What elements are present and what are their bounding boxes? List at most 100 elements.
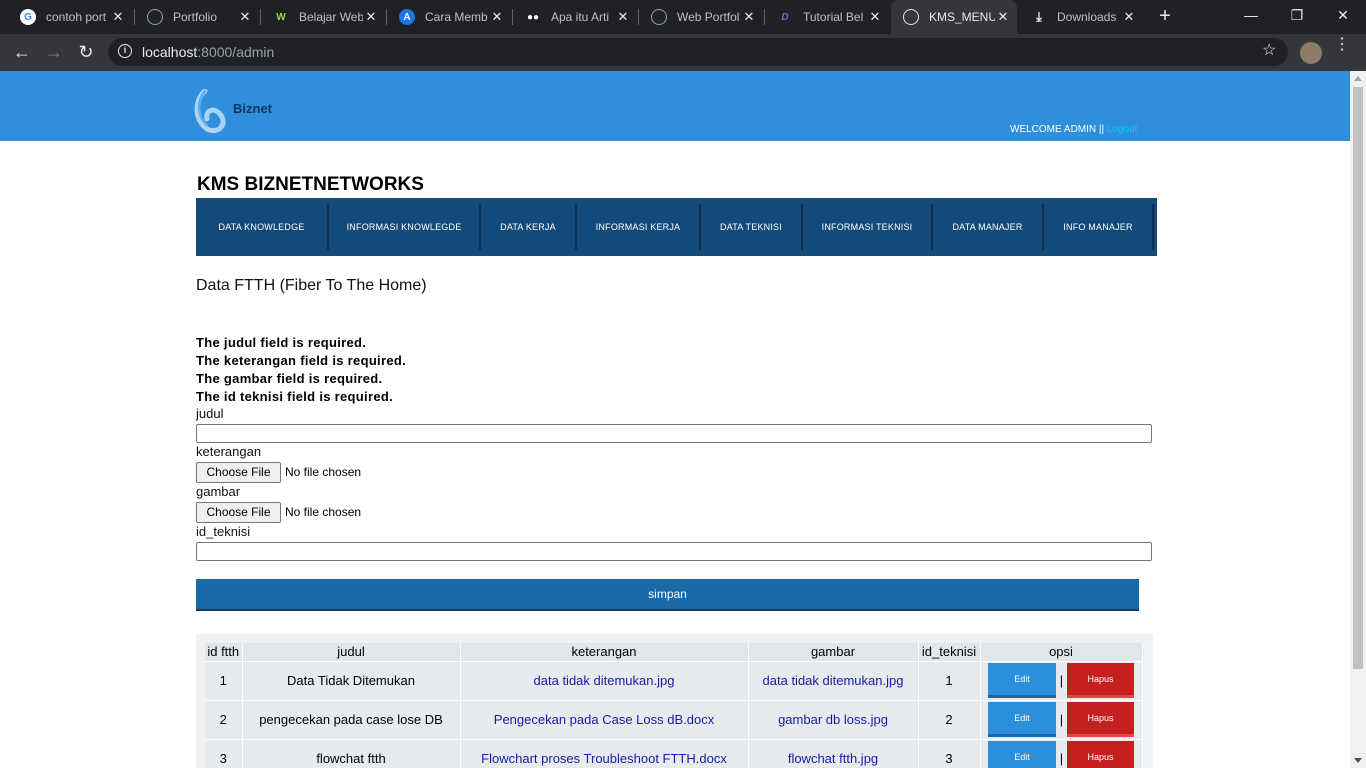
- cell-id: 3: [205, 738, 243, 768]
- cell-judul: pengecekan pada case lose DB: [242, 699, 461, 739]
- keterangan-link[interactable]: data tidak ditemukan.jpg: [534, 673, 675, 688]
- close-icon[interactable]: ✕: [237, 9, 253, 25]
- gambar-link[interactable]: flowchat ftth.jpg: [788, 751, 878, 766]
- keterangan-link[interactable]: Flowchart proses Troubleshoot FTTH.docx: [481, 751, 727, 766]
- edit-button[interactable]: Edit: [988, 741, 1056, 768]
- menu-item-data-knowledge[interactable]: DATA KNOWLEDGE: [196, 198, 327, 256]
- logout-link[interactable]: Logout: [1107, 124, 1138, 135]
- gambar-choose-file-button[interactable]: Choose File: [196, 502, 281, 523]
- page-scrollbar[interactable]: [1350, 71, 1366, 768]
- browser-tab[interactable]: Web Portfol ✕: [639, 0, 763, 34]
- reload-icon[interactable]: ↻: [74, 40, 98, 64]
- browser-tab[interactable]: G contoh port ✕: [8, 0, 132, 34]
- id-teknisi-input[interactable]: [196, 542, 1152, 561]
- hapus-button[interactable]: Hapus: [1067, 741, 1134, 768]
- column-header: id ftth: [205, 643, 243, 661]
- error-message: The judul field is required.: [196, 335, 367, 350]
- scroll-up-arrow-icon[interactable]: [1354, 76, 1362, 81]
- tab-title: contoh port: [46, 10, 107, 24]
- menu-item-data-teknisi[interactable]: DATA TEKNISI: [701, 198, 801, 256]
- simpan-button[interactable]: simpan: [196, 579, 1139, 611]
- restore-icon[interactable]: ❐: [1274, 0, 1320, 30]
- download-icon: ⤓: [1036, 9, 1042, 24]
- cell-id-teknisi: 2: [918, 699, 981, 739]
- menu-item-informasi-teknisi[interactable]: INFORMASI TEKNISI: [803, 198, 931, 256]
- browser-tab[interactable]: ●● Apa itu Arti ✕: [513, 0, 637, 34]
- welcome-text: WELCOME ADMIN || Logout: [1010, 124, 1137, 135]
- keterangan-choose-file-button[interactable]: Choose File: [196, 462, 281, 483]
- browser-tab[interactable]: A Cara Memb ✕: [387, 0, 511, 34]
- hapus-button[interactable]: Hapus: [1067, 663, 1134, 698]
- cell-gambar: data tidak ditemukan.jpg: [748, 660, 919, 700]
- edit-button[interactable]: Edit: [988, 702, 1056, 737]
- menu-item-info-manajer[interactable]: INFO MANAJER: [1044, 198, 1152, 256]
- main-menu: DATA KNOWLEDGE INFORMASI KNOWLEGDE DATA …: [196, 198, 1157, 256]
- close-icon[interactable]: ✕: [489, 9, 505, 25]
- minimize-icon[interactable]: —: [1228, 0, 1274, 30]
- gambar-link[interactable]: data tidak ditemukan.jpg: [763, 673, 904, 688]
- keterangan-file-status: No file chosen: [285, 465, 362, 479]
- tab-title: Apa itu Arti: [551, 10, 610, 24]
- gambar-link[interactable]: gambar db loss.jpg: [778, 712, 888, 727]
- cell-id: 1: [205, 660, 243, 700]
- close-icon[interactable]: ✕: [110, 9, 126, 25]
- menu-kebab-icon[interactable]: ⋮: [1334, 37, 1350, 53]
- judul-input[interactable]: [196, 424, 1152, 443]
- table-row: 1 Data Tidak Ditemukan data tidak ditemu…: [205, 660, 1143, 700]
- close-icon[interactable]: ✕: [741, 9, 757, 25]
- menu-item-data-manajer[interactable]: DATA MANAJER: [933, 198, 1042, 256]
- close-icon[interactable]: ✕: [363, 9, 379, 25]
- close-icon[interactable]: ✕: [867, 9, 883, 25]
- scroll-down-arrow-icon[interactable]: [1354, 758, 1362, 763]
- menu-item-informasi-knowlegde[interactable]: INFORMASI KNOWLEGDE: [329, 198, 479, 256]
- tab-title: KMS_MENU: [929, 10, 995, 24]
- tab-title: Web Portfol: [677, 10, 740, 24]
- biznet-logo-mark: [194, 89, 226, 133]
- error-message: The keterangan field is required.: [196, 353, 407, 368]
- separator: |: [1059, 673, 1064, 688]
- keterangan-link[interactable]: Pengecekan pada Case Loss dB.docx: [494, 712, 714, 727]
- a-icon: A: [399, 9, 415, 25]
- table-row: 3 flowchat ftth Flowchart proses Trouble…: [205, 738, 1143, 768]
- tab-title: Belajar Web: [299, 10, 363, 24]
- column-header: judul: [242, 643, 461, 661]
- browser-tab[interactable]: D Tutorial Bel ✕: [765, 0, 889, 34]
- close-icon[interactable]: ✕: [1121, 9, 1137, 25]
- browser-tab[interactable]: ⤓ Downloads ✕: [1019, 0, 1143, 34]
- cell-gambar: flowchat ftth.jpg: [748, 738, 919, 768]
- error-message: The gambar field is required.: [196, 371, 383, 386]
- cell-id: 2: [205, 699, 243, 739]
- back-icon[interactable]: ←: [10, 40, 34, 64]
- site-title: KMS BIZNETNETWORKS: [197, 174, 424, 195]
- menu-item-informasi-kerja[interactable]: INFORMASI KERJA: [577, 198, 699, 256]
- globe-icon: [903, 9, 919, 25]
- cell-opsi: Edit | Hapus: [980, 699, 1143, 739]
- bookmark-star-icon[interactable]: ☆: [1262, 40, 1276, 60]
- cell-id-teknisi: 1: [918, 660, 981, 700]
- profile-avatar[interactable]: [1300, 42, 1322, 64]
- forward-icon[interactable]: →: [42, 40, 66, 64]
- browser-tab[interactable]: W Belajar Web ✕: [261, 0, 385, 34]
- cell-id-teknisi: 3: [918, 738, 981, 768]
- browser-tab-active[interactable]: KMS_MENU ✕: [891, 0, 1017, 34]
- logo-text: Biznet: [233, 101, 272, 116]
- hapus-button[interactable]: Hapus: [1067, 702, 1134, 737]
- scrollbar-thumb[interactable]: [1353, 87, 1363, 669]
- tab-title: Cara Memb: [425, 10, 488, 24]
- address-bar[interactable]: i localhost:8000/admin: [108, 38, 1288, 66]
- table-header-row: id ftth judul keterangan gambar id_tekni…: [205, 643, 1143, 661]
- d-icon: D: [781, 11, 789, 23]
- close-icon[interactable]: ✕: [995, 9, 1011, 25]
- close-window-icon[interactable]: ✕: [1320, 0, 1366, 30]
- browser-tab[interactable]: Portfolio ✕: [135, 0, 259, 34]
- new-tab-icon[interactable]: +: [1155, 6, 1175, 26]
- column-header: opsi: [980, 643, 1143, 661]
- browser-tab-bar: G contoh port ✕ Portfolio ✕ W Belajar We…: [0, 0, 1366, 34]
- menu-item-data-kerja[interactable]: DATA KERJA: [481, 198, 575, 256]
- info-icon[interactable]: i: [118, 44, 132, 58]
- edit-button[interactable]: Edit: [988, 663, 1056, 698]
- browser-toolbar: ← → ↻ i localhost:8000/admin ☆ ⋮: [0, 34, 1366, 71]
- separator: |: [1059, 751, 1064, 767]
- close-icon[interactable]: ✕: [615, 9, 631, 25]
- section-title: Data FTTH (Fiber To The Home): [196, 277, 427, 294]
